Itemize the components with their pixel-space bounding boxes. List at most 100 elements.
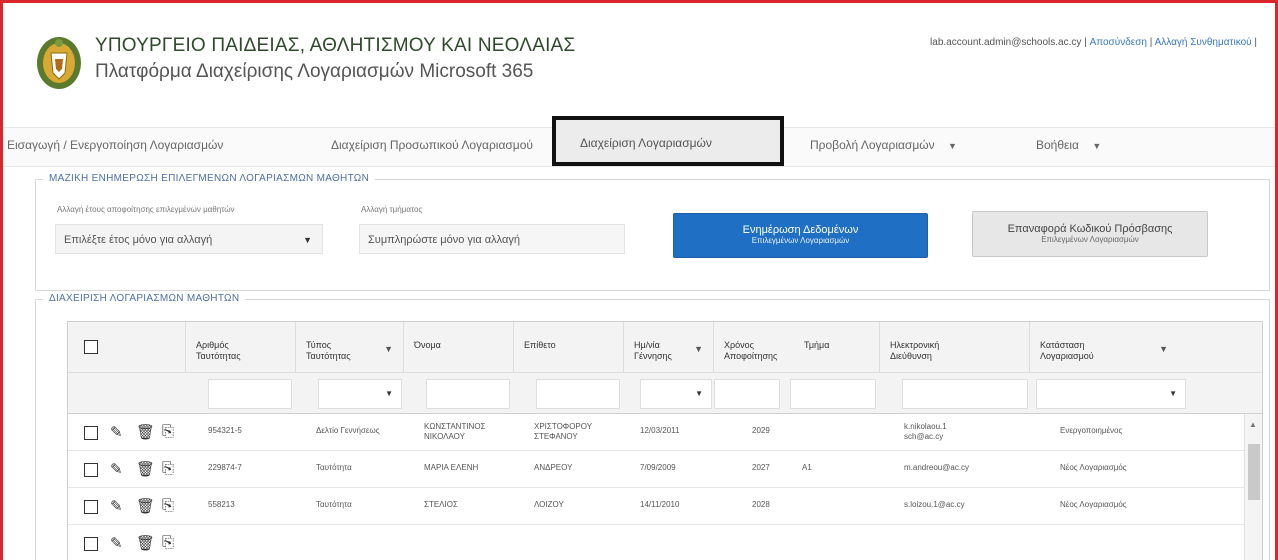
col-header-line1: Χρόνος xyxy=(724,340,754,350)
export-icon[interactable]: ⎘ xyxy=(162,460,174,477)
col-header-line2: Αποφοίτησης xyxy=(724,351,778,361)
export-icon[interactable]: ⎘ xyxy=(162,534,174,551)
page-header: ΥΠΟΥΡΓΕΙΟ ΠΑΙΔΕΙΑΣ, ΑΘΛΗΤΙΣΜΟΥ ΚΑΙ ΝΕΟΛΑ… xyxy=(23,25,1263,105)
nav-item-label: Διαχείριση Προσωπικού Λογαριασμού xyxy=(331,138,533,152)
cell-first-name: ΚΩΝΣΤΑΝΤΙΝΟΣ ΝΙΚΟΛΑΟΥ xyxy=(424,422,486,442)
row-checkbox[interactable] xyxy=(84,426,98,440)
filter-grad-year[interactable] xyxy=(714,379,780,409)
col-header-id-type[interactable]: Τύπος Ταυτότητας ▼ xyxy=(296,322,404,372)
col-header-line1: Αριθμός xyxy=(196,340,229,350)
cell-id-number: 954321-5 xyxy=(208,426,242,435)
ministry-title: ΥΠΟΥΡΓΕΙΟ ΠΑΙΔΕΙΑΣ, ΑΘΛΗΤΙΣΜΟΥ ΚΑΙ ΝΕΟΛΑ… xyxy=(95,35,576,56)
select-all-checkbox[interactable] xyxy=(84,340,98,354)
cell-status: Νέος Λογαριασμός xyxy=(1060,463,1127,472)
edit-icon[interactable]: ✎ xyxy=(110,460,123,478)
logout-link[interactable]: Αποσύνδεση xyxy=(1090,37,1147,48)
nav-item-label: Διαχείριση Λογαριασμών xyxy=(580,136,712,150)
scroll-up-icon[interactable]: ▲ xyxy=(1249,420,1257,429)
ministry-emblem-icon xyxy=(37,37,81,89)
class-input[interactable]: Συμπληρώστε μόνο για αλλαγή xyxy=(359,224,625,254)
table-row[interactable]: ✎ 🗑 ⎘ 229874-7 Ταυτότητα ΜΑΡΙΑ ΕΛΕΝΗ ΑΝΔ… xyxy=(68,451,1262,488)
col-header-line1: Τμήμα xyxy=(804,340,830,350)
grad-year-label: Αλλαγή έτους αποφοίτησης επιλεγμένων μαθ… xyxy=(57,205,235,214)
row-checkbox[interactable] xyxy=(84,463,98,477)
delete-icon[interactable]: 🗑 xyxy=(136,460,155,478)
chevron-down-icon: ▼ xyxy=(695,389,703,398)
row-checkbox[interactable] xyxy=(84,500,98,514)
update-data-button[interactable]: Ενημέρωση Δεδομένων Επιλεγμένων Λογαριασ… xyxy=(673,213,928,258)
edit-icon[interactable]: ✎ xyxy=(110,534,123,552)
cell-grad-year: 2027 xyxy=(752,463,770,472)
cell-last-name: ΑΝΔΡΕΟΥ xyxy=(534,463,573,472)
cell-email: m.andreou@ac.cy xyxy=(904,463,970,472)
chevron-down-icon: ▼ xyxy=(1169,389,1177,398)
chevron-down-icon: ▼ xyxy=(303,235,312,245)
col-header-first-name[interactable]: Όνομα xyxy=(404,322,514,372)
cell-id-number: 558213 xyxy=(208,500,235,509)
filter-first-name[interactable] xyxy=(426,379,510,409)
col-header-id-number[interactable]: Αριθμός Ταυτότητας xyxy=(186,322,296,372)
update-data-button-sublabel: Επιλεγμένων Λογαριασμών xyxy=(751,236,850,245)
reset-password-button-label: Επαναφορά Κωδικού Πρόσβασης xyxy=(1007,223,1173,235)
col-header-class[interactable]: Τμήμα xyxy=(794,322,880,372)
export-icon[interactable]: ⎘ xyxy=(162,423,174,440)
filter-id-number[interactable] xyxy=(208,379,292,409)
grad-year-select[interactable]: Επιλέξτε έτος μόνο για αλλαγή ▼ xyxy=(55,224,323,254)
delete-icon[interactable]: 🗑 xyxy=(136,423,155,441)
cell-birth-date: 7/09/2009 xyxy=(640,463,676,472)
col-header-last-name[interactable]: Επίθετο xyxy=(514,322,624,372)
change-password-link[interactable]: Αλλαγή Συνθηματικού xyxy=(1155,37,1252,48)
nav-item-import-accounts[interactable]: Εισαγωγή / Ενεργοποίηση Λογαριασμών xyxy=(7,138,223,152)
col-header-line1: Κατάσταση xyxy=(1040,340,1085,350)
class-input-value: Συμπληρώστε μόνο για αλλαγή xyxy=(368,234,520,246)
cell-class: Α1 xyxy=(802,463,812,472)
user-email: lab.account.admin@schools.ac.cy xyxy=(930,37,1082,48)
filter-email[interactable] xyxy=(902,379,1028,409)
grid-vertical-scrollbar[interactable]: ▲ xyxy=(1244,414,1262,560)
filter-last-name[interactable] xyxy=(536,379,620,409)
delete-icon[interactable]: 🗑 xyxy=(136,534,155,552)
nav-item-help[interactable]: Βοήθεια ▼ xyxy=(1036,138,1101,152)
filter-icon[interactable]: ▼ xyxy=(1159,344,1168,355)
filter-birth-date[interactable]: ▼ xyxy=(640,379,712,409)
header-select-cell xyxy=(68,322,186,372)
filter-icon[interactable]: ▼ xyxy=(694,344,703,355)
table-row[interactable]: ✎ 🗑 ⎘ 954321-5 Δελτίο Γεννήσεως ΚΩΝΣΤΑΝΤ… xyxy=(68,414,1262,451)
cell-email-line1: k.nikolaou.1 xyxy=(904,422,947,431)
col-header-grad-year[interactable]: Χρόνος Αποφοίτησης xyxy=(714,322,794,372)
nav-item-view-accounts[interactable]: Προβολή Λογαριασμών ▼ xyxy=(810,138,957,152)
export-icon[interactable]: ⎘ xyxy=(162,497,174,514)
nav-item-personal-account[interactable]: Διαχείριση Προσωπικού Λογαριασμού xyxy=(331,138,533,152)
nav-item-label: Προβολή Λογαριασμών xyxy=(810,138,935,152)
nav-item-manage-accounts[interactable]: Διαχείριση Λογαριασμών xyxy=(552,116,784,166)
platform-title: Πλατφόρμα Διαχείρισης Λογαριασμών Micros… xyxy=(95,61,534,82)
scrollbar-thumb[interactable] xyxy=(1248,444,1260,500)
table-row[interactable]: ✎ 🗑 ⎘ 558213 Ταυτότητα ΣΤΕΛΙΟΣ ΛΟΙΖΟΥ 14… xyxy=(68,488,1262,525)
cell-last-name-line2: ΣΤΕΦΑΝΟΥ xyxy=(534,432,578,441)
col-header-birth-date[interactable]: Ημ/νία Γέννησης ▼ xyxy=(624,322,714,372)
cell-id-type: Ταυτότητα xyxy=(316,500,352,509)
col-header-line2: Ταυτότητας xyxy=(196,351,241,361)
filter-status[interactable]: ▼ xyxy=(1036,379,1186,409)
table-row[interactable]: ✎ 🗑 ⎘ xyxy=(68,525,1262,560)
update-data-button-label: Ενημέρωση Δεδομένων xyxy=(742,224,859,236)
col-header-status[interactable]: Κατάσταση Λογαριασμού ▼ xyxy=(1030,322,1262,372)
reset-password-button-sublabel: Επιλεγμένων Λογαριασμών xyxy=(1041,235,1139,244)
cell-status: Νέος Λογαριασμός xyxy=(1060,500,1127,509)
user-bar: lab.account.admin@schools.ac.cy | Αποσύν… xyxy=(930,37,1257,48)
cell-id-type: Ταυτότητα xyxy=(316,463,352,472)
col-header-line1: Επίθετο xyxy=(524,340,556,350)
edit-icon[interactable]: ✎ xyxy=(110,423,123,441)
filter-class[interactable] xyxy=(790,379,876,409)
bulk-update-legend: ΜΑΖΙΚΗ ΕΝΗΜΕΡΩΣΗ ΕΠΙΛΕΓΜΕΝΩΝ ΛΟΓΑΡΙΑΣΜΩΝ… xyxy=(43,173,376,184)
filter-icon[interactable]: ▼ xyxy=(384,344,393,355)
accounts-grid: Αριθμός Ταυτότητας Τύπος Ταυτότητας ▼ Όν… xyxy=(67,321,1263,560)
cell-email-line2: sch@ac.cy xyxy=(904,432,944,441)
delete-icon[interactable]: 🗑 xyxy=(136,497,155,515)
col-header-email[interactable]: Ηλεκτρονική Διεύθυνση xyxy=(880,322,1030,372)
reset-password-button[interactable]: Επαναφορά Κωδικού Πρόσβασης Επιλεγμένων … xyxy=(972,211,1208,257)
row-checkbox[interactable] xyxy=(84,537,98,551)
filter-id-type[interactable]: ▼ xyxy=(318,379,402,409)
chevron-down-icon: ▼ xyxy=(1092,141,1102,151)
edit-icon[interactable]: ✎ xyxy=(110,497,123,515)
